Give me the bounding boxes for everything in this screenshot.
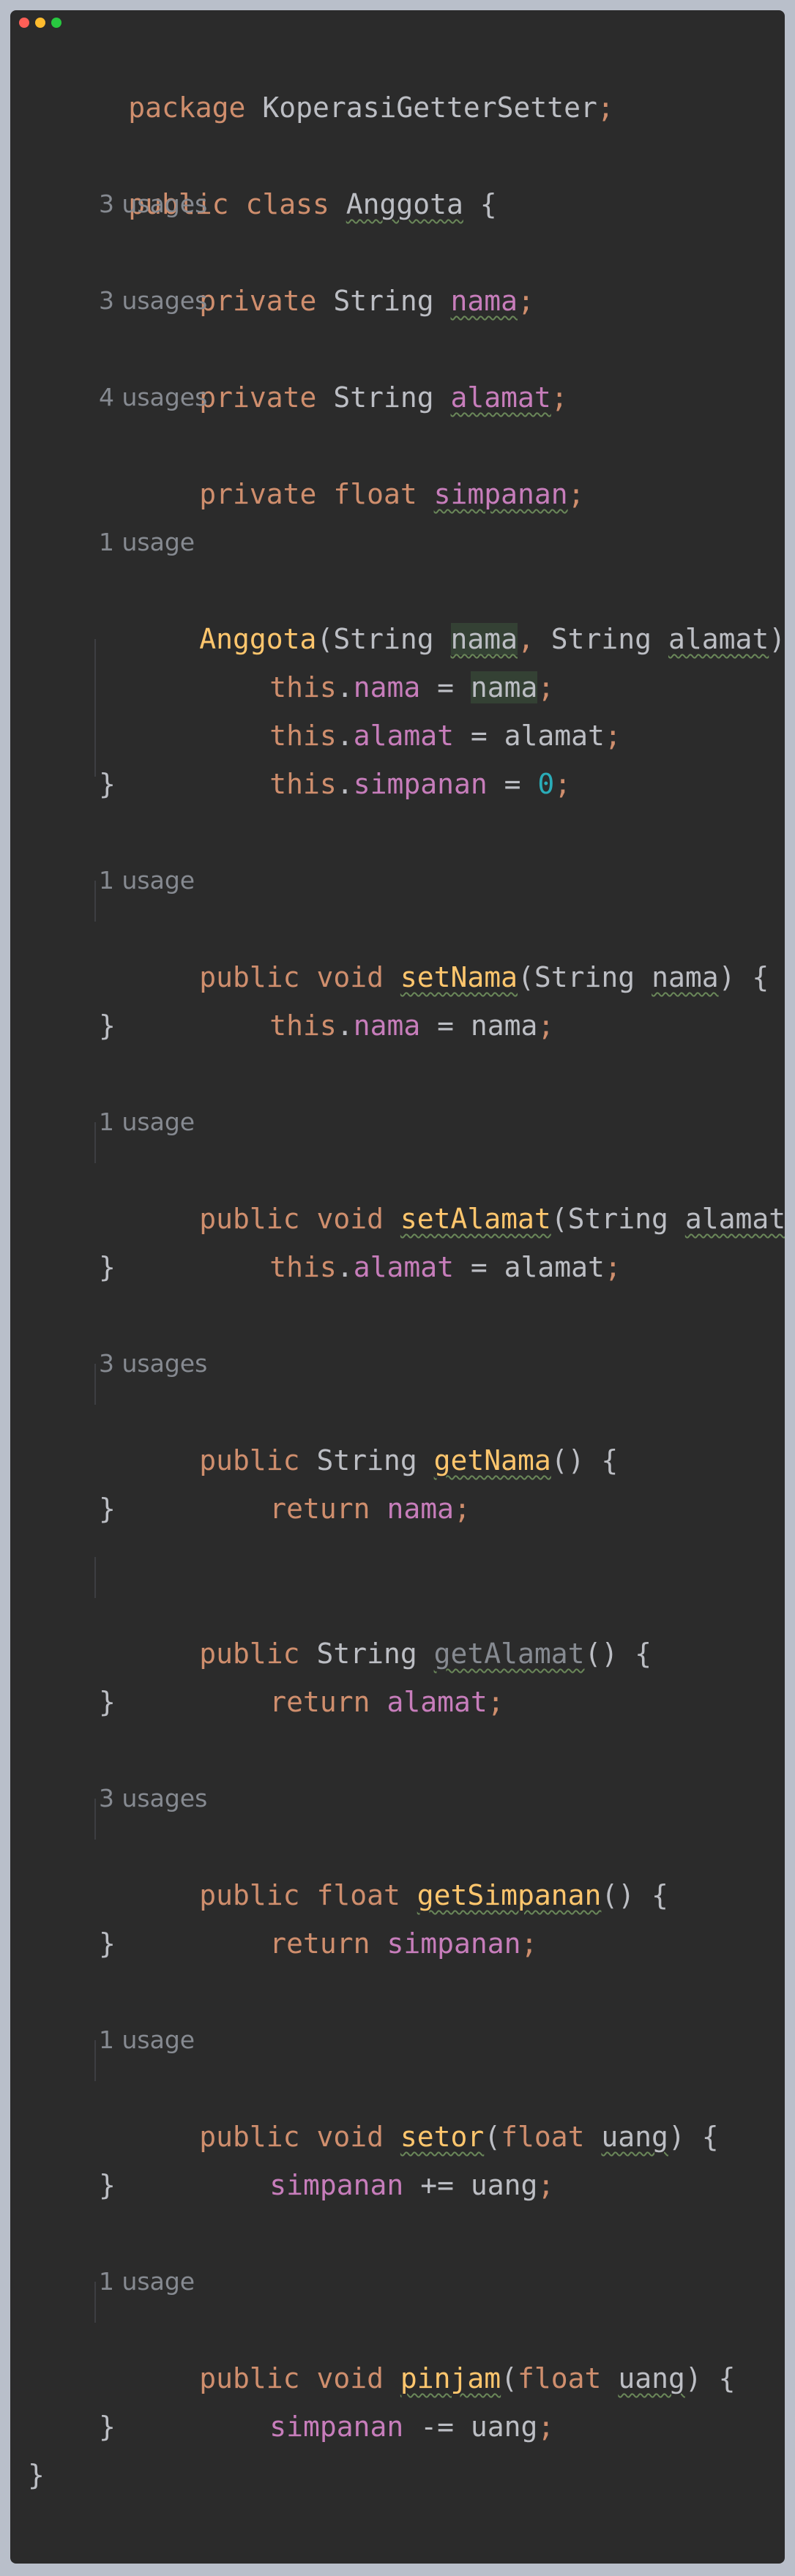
usage-hint[interactable]: 3 usages [99,180,207,228]
code-line-body: return nama; [269,1493,471,1525]
usage-hint[interactable]: 3 usages [99,277,207,325]
code-line-field-nama: private String nama; [199,285,534,317]
code-line-class-close-brace: } [28,2459,45,2491]
code-line-method-setAlamat: public void setAlamat(String alamat) { [199,1203,785,1235]
usage-hint[interactable]: 1 usage [99,2258,195,2306]
usage-hint[interactable]: 3 usages [99,1340,207,1388]
code-line-package: package KoperasiGetterSetter; [128,92,614,124]
code-line-method-getSimpanan: public float getSimpanan() { [199,1879,668,1911]
indent-guide [94,881,96,922]
code-line-body: this.nama = nama; [269,1009,555,1042]
code-editor-window: package KoperasiGetterSetter; public cla… [10,10,785,2564]
code-line-body: simpanan -= uang; [269,2411,555,2443]
minimize-window-button[interactable] [35,18,45,28]
code-line-method-pinjam: public void pinjam(float uang) { [199,2362,736,2394]
code-line-close-brace: } [99,1009,116,1042]
code-line-class-declaration: public class Anggota { [128,188,497,220]
indent-guide [94,2040,96,2081]
indent-guide [94,1799,96,1840]
code-line-field-alamat: private String alamat; [199,381,568,414]
code-line-body: return alamat; [269,1686,504,1718]
usage-hint[interactable]: 1 usage [99,2016,195,2064]
field-nama[interactable]: nama [451,285,518,317]
code-line-close-brace: } [99,1686,116,1718]
indent-guide [94,1364,96,1405]
indent-guide [94,1557,96,1598]
code-line-method-setor: public void setor(float uang) { [199,2121,719,2153]
usage-hint[interactable]: 4 usages [99,373,207,422]
keyword: package [128,92,246,124]
indent-guide [94,1122,96,1163]
zoom-window-button[interactable] [51,18,61,28]
code-line-field-simpanan: private float simpanan; [199,478,585,510]
code-line-method-getNama: public String getNama() { [199,1444,619,1476]
code-line-assign-simpanan: this.simpanan = 0; [269,768,572,800]
code-line-body: this.alamat = alamat; [269,1251,622,1283]
package-name: KoperasiGetterSetter [262,92,597,124]
code-line-close-brace: } [99,768,116,800]
class-name[interactable]: Anggota [346,188,463,220]
code-line-close-brace: } [99,1251,116,1283]
usage-hint[interactable]: 3 usages [99,1774,207,1823]
close-window-button[interactable] [19,18,29,28]
code-line-close-brace: } [99,2169,116,2201]
code-line-close-brace: } [99,1493,116,1525]
usage-hint[interactable]: 1 usage [99,518,195,567]
code-line-close-brace: } [99,1927,116,1960]
usage-hint[interactable]: 1 usage [99,856,195,905]
code-line-close-brace: } [99,2411,116,2443]
field-alamat[interactable]: alamat [451,381,551,414]
code-line-method-setNama: public void setNama(String nama) { [199,961,769,993]
field-simpanan[interactable]: simpanan [434,478,568,510]
indent-guide [94,2282,96,2323]
code-line-body: return simpanan; [269,1927,538,1960]
code-line-body: simpanan += uang; [269,2169,555,2201]
usage-hint[interactable]: 1 usage [99,1098,195,1146]
code-line-constructor: Anggota(String nama, String alamat) { [199,623,785,655]
code-line-method-getAlamat: public String getAlamat() { [199,1638,652,1670]
code-line-assign-nama: this.nama = nama; [269,671,555,703]
code-line-assign-alamat: this.alamat = alamat; [269,720,622,752]
indent-guide [94,639,96,777]
